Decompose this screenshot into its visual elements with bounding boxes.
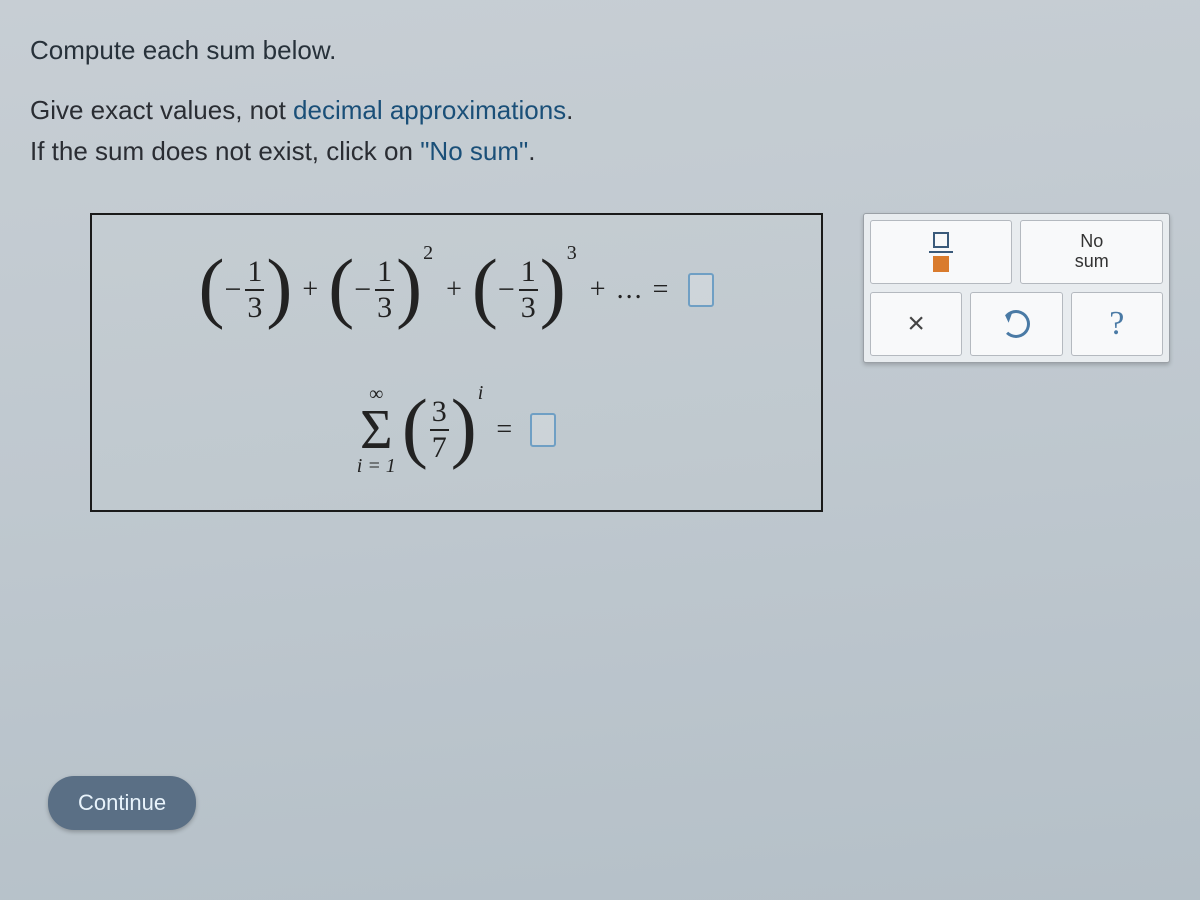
answer-input-2[interactable] [530, 413, 556, 447]
no-sum-label: No sum [1075, 232, 1109, 272]
fraction: 1 3 [519, 257, 538, 323]
instruction-line-2: Give exact values, not decimal approxima… [30, 90, 1170, 132]
reset-icon [1002, 310, 1030, 338]
close-icon: × [907, 307, 925, 341]
right-paren-icon: ) [266, 260, 292, 315]
equation-1: ( − 1 3 ) + ( − 1 [97, 220, 816, 360]
fraction: 3 7 [430, 397, 449, 463]
reset-button[interactable] [970, 292, 1062, 356]
right-paren-icon: ) [451, 400, 477, 455]
left-paren-icon: ( [402, 400, 428, 455]
term: ( − 1 3 ) 3 [472, 257, 580, 323]
left-paren-icon: ( [472, 260, 498, 315]
instruction-line-3: If the sum does not exist, click on "No … [30, 131, 1170, 173]
help-button[interactable]: ? [1071, 292, 1163, 356]
fraction: 1 3 [375, 257, 394, 323]
fraction-icon [929, 232, 953, 272]
sigma-icon: ∞ Σ i = 1 [357, 383, 396, 477]
equation-2: ∞ Σ i = 1 ( 3 7 ) i = [97, 360, 816, 500]
continue-button[interactable]: Continue [48, 776, 196, 830]
term: ( 3 7 ) i [402, 397, 487, 463]
fraction: 1 3 [245, 257, 264, 323]
instructions-block: Compute each sum below. Give exact value… [30, 30, 1170, 173]
no-sum-button[interactable]: No sum [1020, 220, 1163, 284]
answer-input-1[interactable] [688, 273, 714, 307]
tool-panel: No sum × ? [863, 213, 1170, 363]
fraction-template-button[interactable] [870, 220, 1013, 284]
left-paren-icon: ( [199, 260, 225, 315]
term: ( − 1 3 ) [199, 257, 293, 323]
left-paren-icon: ( [328, 260, 354, 315]
right-paren-icon: ) [540, 260, 566, 315]
clear-button[interactable]: × [870, 292, 962, 356]
help-icon: ? [1109, 305, 1124, 343]
problem-box: ( − 1 3 ) + ( − 1 [90, 213, 823, 512]
instruction-line-1: Compute each sum below. [30, 30, 1170, 72]
right-paren-icon: ) [396, 260, 422, 315]
term: ( − 1 3 ) 2 [328, 257, 436, 323]
